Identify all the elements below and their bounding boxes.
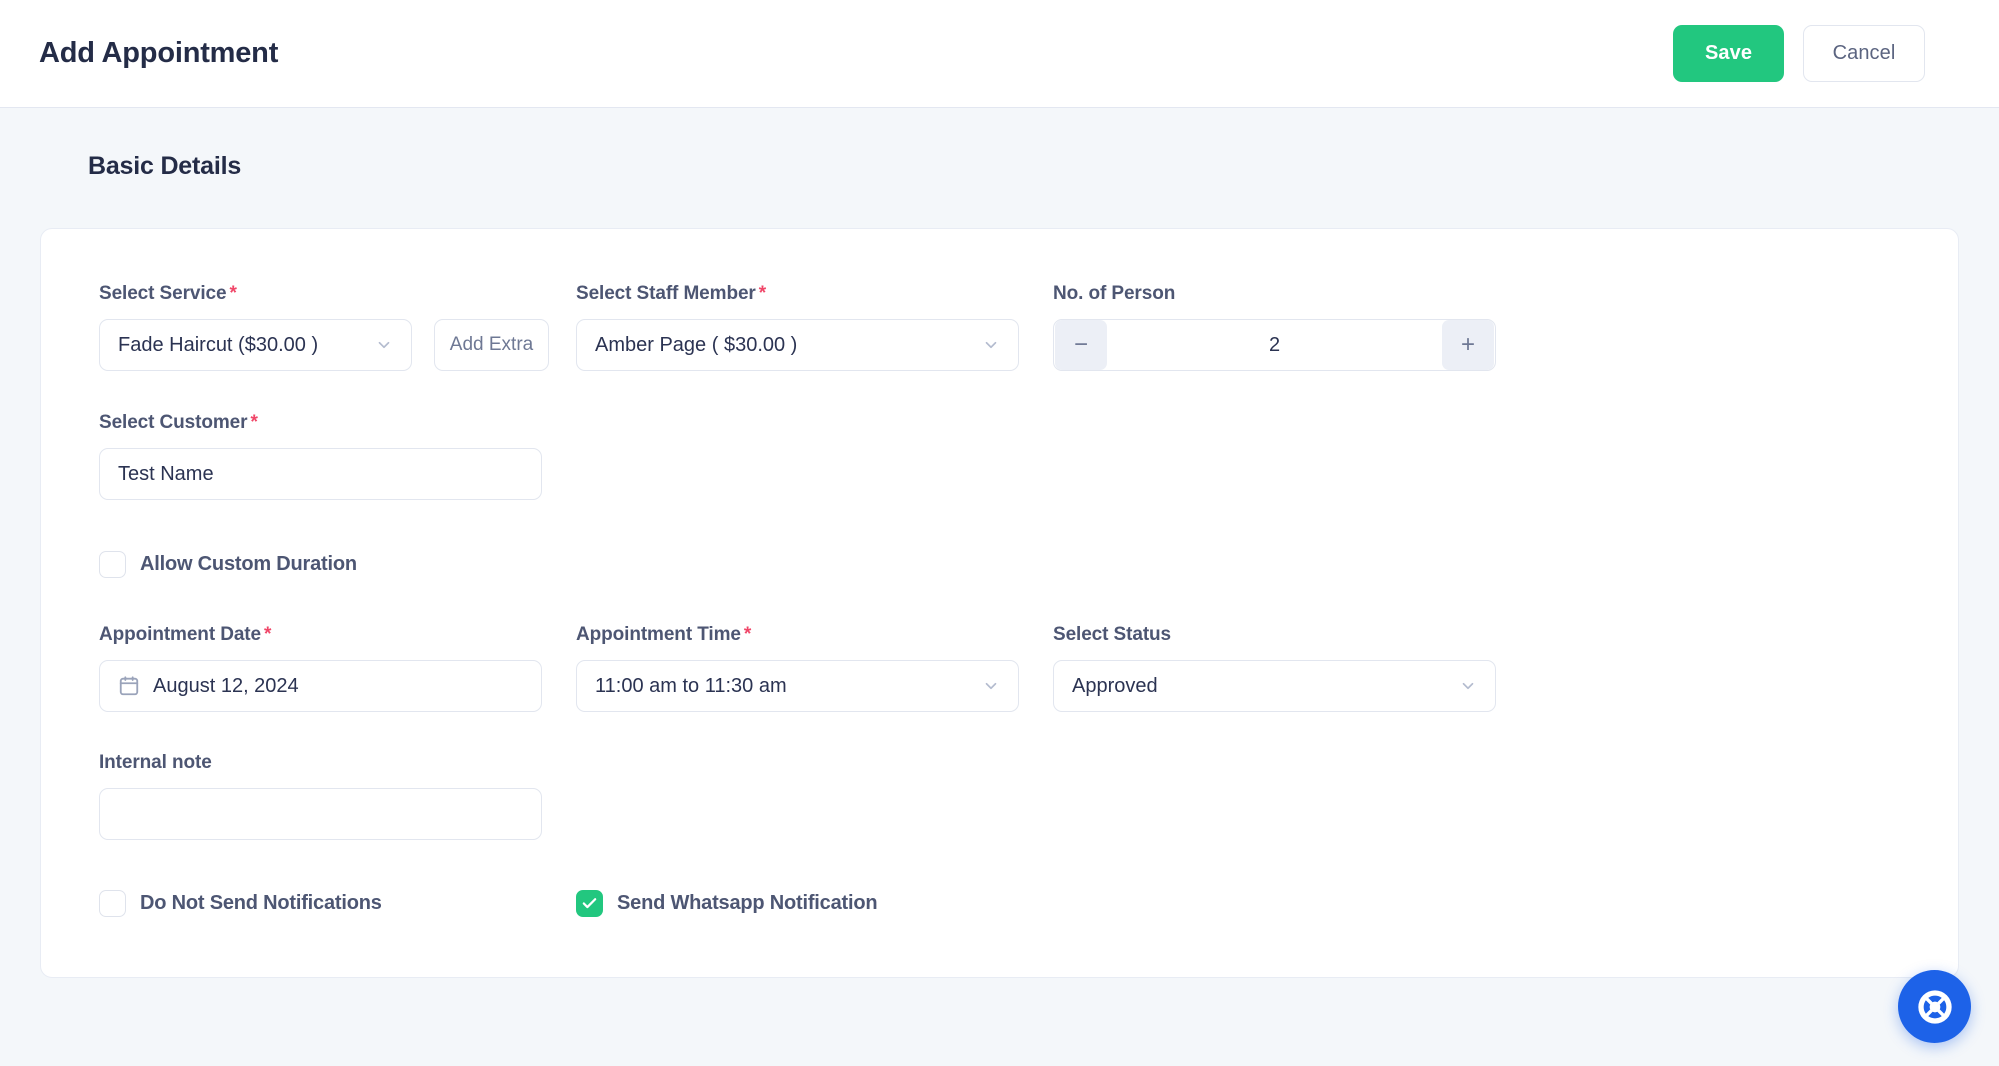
spacer-col <box>1053 890 1496 917</box>
service-controls: Fade Haircut ($30.00 ) Add Extra <box>99 319 549 371</box>
form-row-2: Select Customer * Test Name <box>99 412 1900 500</box>
appointment-date-label: Appointment Date * <box>99 624 272 645</box>
persons-field-group: No. of Person − 2 + <box>1053 283 1496 371</box>
internal-note-input[interactable] <box>99 788 542 840</box>
appointment-time-label: Appointment Time * <box>576 624 752 645</box>
support-button[interactable] <box>1898 970 1971 1043</box>
spacer-col <box>1053 412 1496 500</box>
chevron-down-icon <box>982 336 1000 354</box>
chevron-down-icon <box>375 336 393 354</box>
required-marker: * <box>264 624 272 645</box>
do-not-send-notifications-label: Do Not Send Notifications <box>140 892 382 914</box>
customer-label: Select Customer * <box>99 412 258 433</box>
allow-custom-duration-checkbox[interactable] <box>99 551 126 578</box>
status-select[interactable]: Approved <box>1053 660 1496 712</box>
do-not-send-notifications-checkbox[interactable] <box>99 890 126 917</box>
date-field-group: Appointment Date * August 12, 2024 <box>99 624 542 712</box>
page-header: Add Appointment Save Cancel <box>0 0 1999 108</box>
form-row-5: Internal note <box>99 752 1900 840</box>
appointment-time-value: 11:00 am to 11:30 am <box>595 674 787 697</box>
do-not-send-checkbox-row[interactable]: Do Not Send Notifications <box>99 890 542 917</box>
staff-label: Select Staff Member * <box>576 283 767 304</box>
staff-value: Amber Page ( $30.00 ) <box>595 333 798 356</box>
allow-custom-duration-label: Allow Custom Duration <box>140 553 357 575</box>
send-whatsapp-notification-label: Send Whatsapp Notification <box>617 892 878 914</box>
appointment-date-value: August 12, 2024 <box>153 674 299 697</box>
staff-field-group: Select Staff Member * Amber Page ( $30.00… <box>576 283 1019 371</box>
customer-value: Test Name <box>118 462 214 485</box>
spacer-col <box>576 412 1019 500</box>
whatsapp-checkbox-row[interactable]: Send Whatsapp Notification <box>576 890 1019 917</box>
section-title: Basic Details <box>88 152 242 180</box>
required-marker: * <box>758 283 767 304</box>
form-row-3: Allow Custom Duration <box>99 551 1900 578</box>
internal-note-group: Internal note <box>99 752 542 840</box>
service-select[interactable]: Fade Haircut ($30.00 ) <box>99 319 412 371</box>
cancel-button[interactable]: Cancel <box>1803 25 1925 82</box>
service-value: Fade Haircut ($30.00 ) <box>118 333 319 356</box>
service-field-group: Select Service * Fade Haircut ($30.00 ) A… <box>99 283 549 371</box>
staff-select[interactable]: Amber Page ( $30.00 ) <box>576 319 1019 371</box>
form-row-6: Do Not Send Notifications Send Whatsapp … <box>99 890 1900 917</box>
whatsapp-group: Send Whatsapp Notification <box>576 890 1019 917</box>
appointment-date-input[interactable]: August 12, 2024 <box>99 660 542 712</box>
internal-note-label: Internal note <box>99 752 212 773</box>
form-row-4: Appointment Date * August 12, 2024 Appoin… <box>99 624 1900 712</box>
persons-value: 2 <box>1268 333 1281 356</box>
custom-duration-checkbox-row[interactable]: Allow Custom Duration <box>99 551 542 578</box>
send-whatsapp-notification-checkbox[interactable] <box>576 890 603 917</box>
add-extra-button[interactable]: Add Extra <box>434 319 549 371</box>
spacer-col <box>576 752 1019 840</box>
appointment-time-select[interactable]: 11:00 am to 11:30 am <box>576 660 1019 712</box>
decrement-button[interactable]: − <box>1055 320 1107 370</box>
basic-details-card: Select Service * Fade Haircut ($30.00 ) A… <box>40 228 1959 978</box>
increment-button[interactable]: + <box>1442 320 1494 370</box>
required-marker: * <box>250 412 258 433</box>
quantity-stepper: − 2 + <box>1053 319 1496 371</box>
service-label: Select Service * <box>99 283 237 304</box>
chevron-down-icon <box>982 677 1000 695</box>
do-not-send-group: Do Not Send Notifications <box>99 890 542 917</box>
required-marker: * <box>229 283 237 304</box>
spacer-col <box>1053 752 1496 840</box>
custom-duration-group: Allow Custom Duration <box>99 551 542 578</box>
status-field-group: Select Status Approved <box>1053 624 1496 712</box>
persons-label: No. of Person <box>1053 283 1176 304</box>
chevron-down-icon <box>1459 677 1477 695</box>
time-field-group: Appointment Time * 11:00 am to 11:30 am <box>576 624 1019 712</box>
status-value: Approved <box>1072 674 1158 697</box>
customer-field-group: Select Customer * Test Name <box>99 412 542 500</box>
form-row-1: Select Service * Fade Haircut ($30.00 ) A… <box>99 283 1900 371</box>
save-button[interactable]: Save <box>1673 25 1784 82</box>
required-marker: * <box>743 624 752 645</box>
content-area: Basic Details Select Service * Fade Hairc… <box>0 108 1999 978</box>
customer-select[interactable]: Test Name <box>99 448 542 500</box>
select-status-label: Select Status <box>1053 624 1172 645</box>
page-title: Add Appointment <box>39 37 279 69</box>
life-ring-icon <box>1915 987 1955 1027</box>
calendar-icon <box>118 675 140 697</box>
header-actions: Save Cancel <box>1673 25 1925 82</box>
